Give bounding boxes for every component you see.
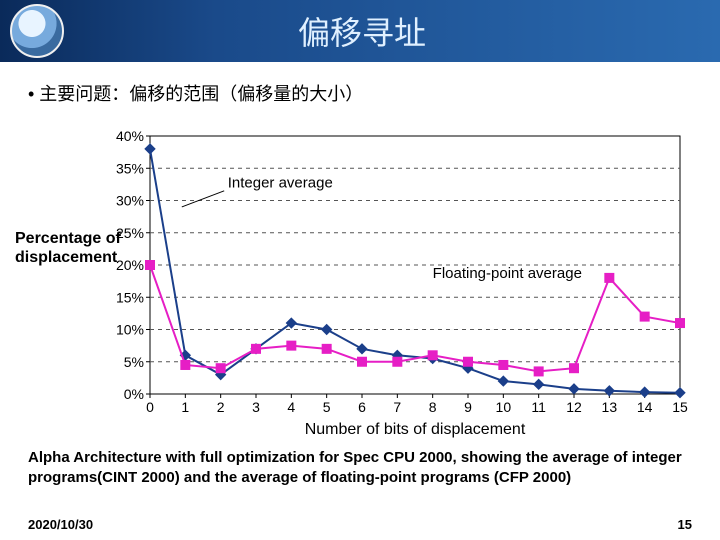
svg-text:40%: 40%	[116, 128, 144, 144]
svg-text:10: 10	[496, 399, 512, 415]
svg-text:5%: 5%	[124, 354, 144, 370]
svg-text:30%: 30%	[116, 193, 144, 209]
svg-text:11: 11	[531, 399, 546, 415]
svg-text:4: 4	[287, 399, 295, 415]
svg-text:15: 15	[672, 399, 688, 415]
slide-title: 偏移寻址	[64, 8, 720, 54]
displacement-chart: 0%5%10%15%20%25%30%35%40%012345678910111…	[20, 124, 700, 444]
footer-date: 2020/10/30	[28, 517, 93, 532]
slide-footer: 2020/10/30 15	[28, 517, 692, 532]
chart-caption: Alpha Architecture with full optimizatio…	[28, 448, 692, 487]
slide-header: 偏移寻址	[0, 0, 720, 62]
svg-text:10%: 10%	[116, 322, 144, 338]
bullet-main-problem: • 主要问题：偏移的范围（偏移量的大小）	[28, 80, 692, 106]
y-axis-label: Percentage of displacement	[15, 229, 135, 267]
svg-text:0%: 0%	[124, 386, 144, 402]
svg-text:5: 5	[323, 399, 331, 415]
svg-text:Number of bits of displacement: Number of bits of displacement	[305, 421, 526, 438]
svg-text:7: 7	[393, 399, 401, 415]
svg-text:3: 3	[252, 399, 260, 415]
svg-text:Integer average: Integer average	[228, 175, 333, 192]
svg-text:0: 0	[146, 399, 154, 415]
university-logo	[10, 4, 64, 58]
svg-text:14: 14	[637, 399, 653, 415]
svg-text:1: 1	[181, 399, 189, 415]
svg-text:13: 13	[602, 399, 618, 415]
svg-text:6: 6	[358, 399, 366, 415]
svg-text:8: 8	[429, 399, 437, 415]
svg-text:15%: 15%	[116, 289, 144, 305]
footer-page: 15	[678, 517, 692, 532]
chart-container: Percentage of displacement 0%5%10%15%20%…	[20, 124, 700, 444]
svg-text:12: 12	[566, 399, 582, 415]
svg-text:2: 2	[217, 399, 225, 415]
svg-text:35%: 35%	[116, 160, 144, 176]
svg-text:9: 9	[464, 399, 472, 415]
svg-text:Floating-point average: Floating-point average	[433, 265, 582, 282]
